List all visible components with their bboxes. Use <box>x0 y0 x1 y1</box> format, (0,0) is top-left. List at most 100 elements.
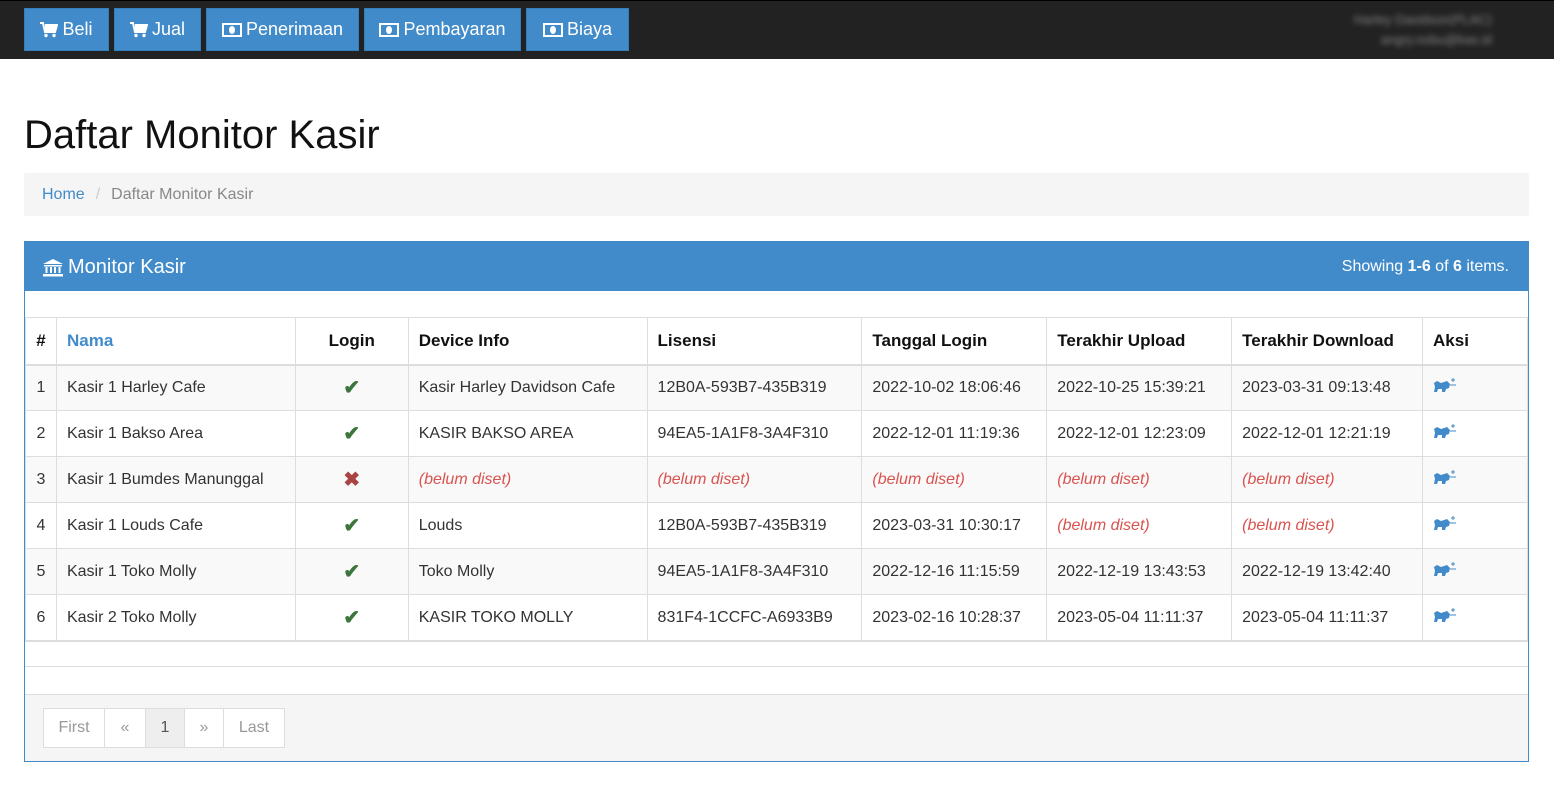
kasir-table: # Nama Login Device Info Lisensi Tanggal… <box>25 317 1528 641</box>
col-header-nama[interactable]: Nama <box>55 317 296 366</box>
cell-device-info: KASIR TOKO MOLLY <box>407 594 648 641</box>
cell-terakhir-download-text: (belum diset) <box>1242 516 1335 534</box>
breadcrumb: Home / Daftar Monitor Kasir <box>24 173 1529 216</box>
cell-login: ✔ <box>294 410 409 457</box>
cell-tanggal-login-text: 2022-12-16 11:15:59 <box>872 562 1020 580</box>
row-number-text: 6 <box>36 608 46 626</box>
cell-nama-text: Kasir 1 Louds Cafe <box>66 516 204 534</box>
cell-login: ✖ <box>294 456 409 503</box>
cell-nama: Kasir 1 Bakso Area <box>55 410 296 457</box>
cell-terakhir-upload-text: 2023-05-04 11:11:37 <box>1057 608 1204 626</box>
monitor-action-icon[interactable] <box>1433 515 1457 531</box>
cell-terakhir-download-text: 2022-12-19 13:42:40 <box>1242 562 1391 580</box>
summary-total: 6 <box>1452 258 1462 275</box>
cell-terakhir-download-text: (belum diset) <box>1242 470 1335 488</box>
nav-button-biaya[interactable]: Biaya <box>526 8 629 51</box>
cell-tanggal-login-text: 2022-12-01 11:19:36 <box>872 424 1020 442</box>
monitor-action-icon[interactable] <box>1433 607 1457 623</box>
row-number: 5 <box>25 548 57 595</box>
cell-device-info-text: (belum diset) <box>418 470 512 488</box>
cell-device-info: Kasir Harley Davidson Cafe <box>407 364 648 411</box>
cell-lisensi-text: 12B0A-593B7-435B319 <box>657 516 827 534</box>
top-navbar: Beli Jual Penerimaan Pembayaran Biaya Ha… <box>0 0 1554 59</box>
money-icon <box>221 22 242 37</box>
monitor-action-icon[interactable] <box>1433 561 1457 577</box>
panel-footer: First « 1 » Last <box>25 694 1528 761</box>
pagination-first[interactable]: First <box>43 708 105 748</box>
monitor-action-icon[interactable] <box>1433 377 1457 393</box>
cell-terakhir-upload-text: 2022-12-01 12:23:09 <box>1057 424 1206 442</box>
cell-terakhir-upload: 2022-12-01 12:23:09 <box>1046 410 1233 457</box>
nav-label-pembayaran: Pembayaran <box>403 19 506 39</box>
cell-tanggal-login-text: 2023-02-16 10:28:37 <box>872 608 1021 626</box>
cell-aksi <box>1422 502 1528 549</box>
cell-terakhir-download: (belum diset) <box>1231 456 1424 503</box>
pagination-last[interactable]: Last <box>223 708 285 748</box>
cell-lisensi: 12B0A-593B7-435B319 <box>646 502 863 549</box>
cell-tanggal-login: 2022-12-01 11:19:36 <box>861 410 1048 457</box>
cell-aksi <box>1422 410 1528 457</box>
table-row: 6 Kasir 2 Toko Molly ✔ KASIR TOKO MOLLY 831F… <box>25 594 1528 641</box>
table-row: 4 Kasir 1 Louds Cafe ✔ Louds 12B0A-593B7-435… <box>25 502 1528 549</box>
col-header-device-info: Device Info <box>407 317 648 366</box>
check-icon: ✔ <box>343 607 361 629</box>
table-empty-row <box>25 641 1528 667</box>
cell-terakhir-download: 2022-12-01 12:21:19 <box>1231 410 1424 457</box>
cell-device-info-text: Louds <box>418 516 463 534</box>
cart-icon <box>40 21 59 38</box>
cell-nama: Kasir 1 Louds Cafe <box>55 502 296 549</box>
breadcrumb-separator: / <box>95 185 101 203</box>
cell-aksi <box>1422 594 1528 641</box>
cell-terakhir-download: 2022-12-19 13:42:40 <box>1231 548 1424 595</box>
cell-device-info: Louds <box>407 502 648 549</box>
pagination-prev[interactable]: « <box>104 708 146 748</box>
cart-icon <box>129 21 148 38</box>
cell-terakhir-upload-text: (belum diset) <box>1057 470 1150 488</box>
panel-title-text: Monitor Kasir <box>68 256 186 278</box>
cell-lisensi-text: 831F4-1CCFC-A6933B9 <box>657 608 833 626</box>
cell-tanggal-login: (belum diset) <box>861 456 1048 503</box>
nav-button-pembayaran[interactable]: Pembayaran <box>364 8 521 51</box>
cell-nama: Kasir 1 Toko Molly <box>55 548 296 595</box>
check-icon: ✔ <box>343 423 361 445</box>
cell-terakhir-upload: 2022-12-19 13:43:53 <box>1046 548 1233 595</box>
user-name: Harley Davidson(PLAC) <box>1354 12 1492 27</box>
cell-aksi <box>1422 456 1528 503</box>
cell-terakhir-download-text: 2023-03-31 09:13:48 <box>1242 378 1391 396</box>
cell-terakhir-upload-text: 2022-10-25 15:39:21 <box>1057 378 1206 396</box>
cell-lisensi-text: 94EA5-1A1F8-3A4F310 <box>657 424 829 442</box>
col-header-number: # <box>25 317 57 366</box>
cell-terakhir-download: 2023-03-31 09:13:48 <box>1231 364 1424 411</box>
cell-tanggal-login: 2023-03-31 10:30:17 <box>861 502 1048 549</box>
cell-lisensi: 12B0A-593B7-435B319 <box>646 364 863 411</box>
cell-aksi <box>1422 364 1528 411</box>
cell-login: ✔ <box>294 594 409 641</box>
cell-aksi <box>1422 548 1528 595</box>
cell-terakhir-upload: 2022-10-25 15:39:21 <box>1046 364 1233 411</box>
nav-button-penerimaan[interactable]: Penerimaan <box>206 8 359 51</box>
col-header-terakhir-download: Terakhir Download <box>1231 317 1424 366</box>
col-header-lisensi: Lisensi <box>646 317 863 366</box>
nav-button-beli[interactable]: Beli <box>24 8 109 51</box>
row-number: 4 <box>25 502 57 549</box>
cell-nama-text: Kasir 1 Harley Cafe <box>66 378 206 396</box>
col-header-tanggal-login: Tanggal Login <box>861 317 1048 366</box>
monitor-action-icon[interactable] <box>1433 423 1457 439</box>
cell-nama-text: Kasir 2 Toko Molly <box>66 608 197 626</box>
breadcrumb-home-link[interactable]: Home <box>42 186 85 204</box>
user-info[interactable]: Harley Davidson(PLAC) angry.nobu@kas.id <box>1354 10 1492 50</box>
pagination-next[interactable]: » <box>184 708 224 748</box>
monitor-kasir-panel: Monitor Kasir Showing 1-6 of 6 items. # … <box>24 241 1529 762</box>
table-row: 5 Kasir 1 Toko Molly ✔ Toko Molly 94EA5-1A1F… <box>25 548 1528 595</box>
cell-tanggal-login: 2022-12-16 11:15:59 <box>861 548 1048 595</box>
col-header-login: Login <box>294 317 409 366</box>
pagination: First « 1 » Last <box>43 708 285 748</box>
cell-lisensi-text: (belum diset) <box>657 470 751 488</box>
cell-login: ✔ <box>294 502 409 549</box>
panel-title: Monitor Kasir <box>43 256 186 279</box>
pagination-page-1[interactable]: 1 <box>145 708 185 748</box>
cell-lisensi: 94EA5-1A1F8-3A4F310 <box>646 548 863 595</box>
nav-button-jual[interactable]: Jual <box>114 8 201 51</box>
monitor-action-icon[interactable] <box>1433 469 1457 485</box>
cell-tanggal-login-text: 2022-10-02 18:06:46 <box>872 378 1021 396</box>
